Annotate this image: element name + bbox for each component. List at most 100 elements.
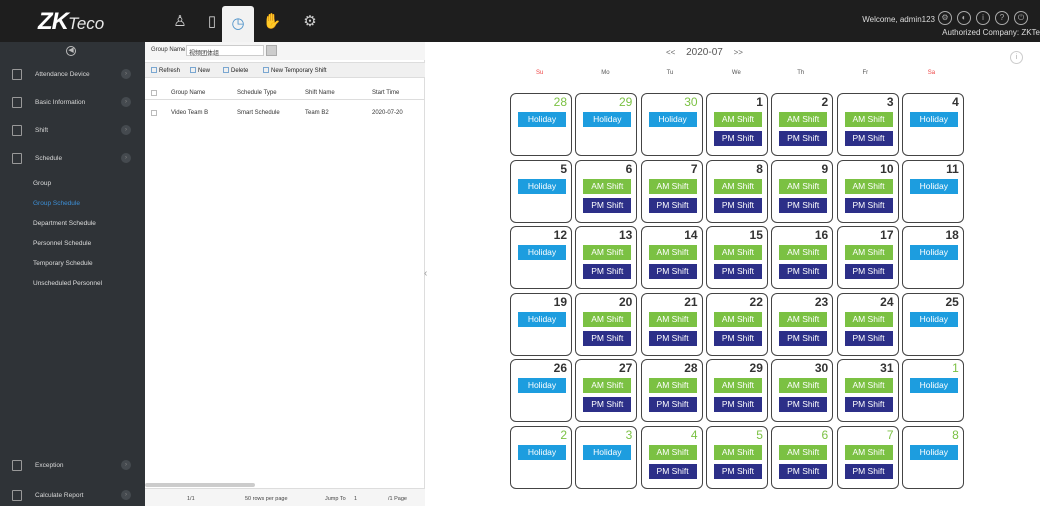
holiday-tag[interactable]: Holiday bbox=[648, 112, 697, 127]
holiday-tag[interactable]: Holiday bbox=[518, 311, 566, 327]
am-shift-tag[interactable]: AM Shift bbox=[779, 245, 828, 260]
am-shift-tag[interactable]: AM Shift bbox=[648, 444, 697, 460]
calendar-day[interactable]: 4 AM Shift PM Shift bbox=[640, 425, 703, 489]
column-header[interactable]: Schedule Type bbox=[237, 90, 277, 96]
pm-shift-tag[interactable]: PM Shift bbox=[779, 397, 828, 412]
calendar-day[interactable]: 27 AM Shift PM Shift bbox=[575, 359, 638, 422]
am-shift-tag[interactable]: AM Shift bbox=[583, 178, 632, 194]
help-icon[interactable]: ? bbox=[995, 11, 1009, 25]
pm-shift-tag[interactable]: PM Shift bbox=[648, 264, 697, 279]
am-shift-tag[interactable]: AM Shift bbox=[779, 178, 828, 194]
calendar-day[interactable]: 29 AM Shift PM Shift bbox=[705, 359, 768, 422]
calendar-day[interactable]: 21 AM Shift PM Shift bbox=[640, 292, 703, 356]
pm-shift-tag[interactable]: PM Shift bbox=[648, 463, 697, 479]
next-month-button[interactable]: >> bbox=[734, 48, 743, 57]
clock-icon[interactable]: ◷ bbox=[222, 6, 254, 42]
delete-button[interactable]: Delete bbox=[223, 67, 248, 74]
am-shift-tag[interactable]: AM Shift bbox=[713, 245, 762, 260]
prev-month-button[interactable]: << bbox=[666, 48, 675, 57]
sidebar-subitem-department-schedule[interactable]: Department Schedule bbox=[33, 220, 96, 227]
sidebar-item-basic-information[interactable]: Basic Information › bbox=[0, 92, 145, 114]
holiday-tag[interactable]: Holiday bbox=[518, 245, 566, 260]
calendar-day[interactable]: 20 AM Shift PM Shift bbox=[575, 292, 638, 356]
calendar-day[interactable]: 8 AM Shift PM Shift bbox=[705, 159, 768, 223]
am-shift-tag[interactable]: AM Shift bbox=[713, 378, 762, 393]
am-shift-tag[interactable]: AM Shift bbox=[648, 245, 697, 260]
row-checkbox[interactable] bbox=[151, 110, 157, 116]
am-shift-tag[interactable]: AM Shift bbox=[844, 378, 893, 393]
calendar-day[interactable]: 1 AM Shift PM Shift bbox=[705, 93, 768, 156]
calendar-day[interactable]: 30 Holiday bbox=[640, 93, 703, 156]
calendar-day[interactable]: 3 AM Shift PM Shift bbox=[836, 93, 899, 156]
pm-shift-tag[interactable]: PM Shift bbox=[779, 463, 828, 479]
pm-shift-tag[interactable]: PM Shift bbox=[583, 264, 632, 279]
holiday-tag[interactable]: Holiday bbox=[909, 112, 958, 127]
pm-shift-tag[interactable]: PM Shift bbox=[713, 463, 762, 479]
am-shift-tag[interactable]: AM Shift bbox=[583, 311, 632, 327]
calendar-day[interactable]: 25 Holiday bbox=[901, 292, 964, 356]
am-shift-tag[interactable]: AM Shift bbox=[648, 378, 697, 393]
holiday-tag[interactable]: Holiday bbox=[909, 444, 958, 460]
calendar-day[interactable]: 14 AM Shift PM Shift bbox=[640, 226, 703, 289]
am-shift-tag[interactable]: AM Shift bbox=[713, 311, 762, 327]
am-shift-tag[interactable]: AM Shift bbox=[713, 112, 762, 127]
pm-shift-tag[interactable]: PM Shift bbox=[844, 463, 893, 479]
horizontal-scrollbar[interactable] bbox=[145, 483, 255, 487]
calendar-day[interactable]: 30 AM Shift PM Shift bbox=[771, 359, 834, 422]
search-button[interactable] bbox=[266, 45, 277, 56]
holiday-tag[interactable]: Holiday bbox=[518, 112, 566, 127]
holiday-tag[interactable]: Holiday bbox=[583, 444, 632, 460]
am-shift-tag[interactable]: AM Shift bbox=[583, 245, 632, 260]
pm-shift-tag[interactable]: PM Shift bbox=[713, 131, 762, 146]
sidebar-subitem-temporary-schedule[interactable]: Temporary Schedule bbox=[33, 260, 93, 267]
am-shift-tag[interactable]: AM Shift bbox=[713, 444, 762, 460]
pm-shift-tag[interactable]: PM Shift bbox=[844, 197, 893, 213]
column-header[interactable]: Start Time bbox=[372, 90, 399, 96]
am-shift-tag[interactable]: AM Shift bbox=[844, 178, 893, 194]
holiday-tag[interactable]: Holiday bbox=[909, 311, 958, 327]
pm-shift-tag[interactable]: PM Shift bbox=[583, 330, 632, 346]
pm-shift-tag[interactable]: PM Shift bbox=[648, 330, 697, 346]
calendar-day[interactable]: 2 AM Shift PM Shift bbox=[771, 93, 834, 156]
am-shift-tag[interactable]: AM Shift bbox=[583, 378, 632, 393]
column-header[interactable]: Group Name bbox=[171, 90, 205, 96]
pm-shift-tag[interactable]: PM Shift bbox=[713, 197, 762, 213]
holiday-tag[interactable]: Holiday bbox=[909, 178, 958, 194]
calendar-day[interactable]: 2 Holiday bbox=[510, 425, 572, 489]
sidebar-subitem-unscheduled-personnel[interactable]: Unscheduled Personnel bbox=[33, 280, 102, 287]
calendar-day[interactable]: 17 AM Shift PM Shift bbox=[836, 226, 899, 289]
calendar-day[interactable]: 6 AM Shift PM Shift bbox=[771, 425, 834, 489]
gear-icon[interactable]: ⚙ bbox=[300, 12, 320, 32]
am-shift-tag[interactable]: AM Shift bbox=[779, 311, 828, 327]
calendar-day[interactable]: 1 Holiday bbox=[901, 359, 964, 422]
calendar-day[interactable]: 28 AM Shift PM Shift bbox=[640, 359, 703, 422]
logout-icon[interactable]: ⏻ bbox=[1014, 11, 1028, 25]
pm-shift-tag[interactable]: PM Shift bbox=[779, 197, 828, 213]
calendar-day[interactable]: 26 Holiday bbox=[510, 359, 572, 422]
sidebar-item-shift[interactable]: Shift › bbox=[0, 120, 145, 142]
calendar-day[interactable]: 5 AM Shift PM Shift bbox=[705, 425, 768, 489]
refresh-button[interactable]: Refresh bbox=[151, 67, 180, 74]
holiday-tag[interactable]: Holiday bbox=[583, 112, 632, 127]
rows-per-page-select[interactable]: 50 rows per page bbox=[245, 496, 288, 502]
calendar-day[interactable]: 23 AM Shift PM Shift bbox=[771, 292, 834, 356]
am-shift-tag[interactable]: AM Shift bbox=[844, 245, 893, 260]
sidebar-subitem-personnel-schedule[interactable]: Personnel Schedule bbox=[33, 240, 91, 247]
calendar-day[interactable]: 12 Holiday bbox=[510, 226, 572, 289]
am-shift-tag[interactable]: AM Shift bbox=[844, 444, 893, 460]
calendar-day[interactable]: 29 Holiday bbox=[575, 93, 638, 156]
pm-shift-tag[interactable]: PM Shift bbox=[844, 397, 893, 412]
calendar-day[interactable]: 3 Holiday bbox=[575, 425, 638, 489]
sidebar-subitem-group[interactable]: Group bbox=[33, 180, 51, 187]
pm-shift-tag[interactable]: PM Shift bbox=[583, 397, 632, 412]
pm-shift-tag[interactable]: PM Shift bbox=[648, 397, 697, 412]
sidebar-subitem-group-schedule[interactable]: Group Schedule bbox=[33, 200, 80, 207]
calendar-day[interactable]: 7 AM Shift PM Shift bbox=[836, 425, 899, 489]
sidebar-collapse-icon[interactable]: ◀ bbox=[66, 46, 76, 56]
holiday-tag[interactable]: Holiday bbox=[518, 444, 566, 460]
pm-shift-tag[interactable]: PM Shift bbox=[779, 330, 828, 346]
pm-shift-tag[interactable]: PM Shift bbox=[648, 197, 697, 213]
sidebar-item-schedule[interactable]: Schedule › bbox=[0, 148, 145, 170]
calendar-day[interactable]: 9 AM Shift PM Shift bbox=[771, 159, 834, 223]
pm-shift-tag[interactable]: PM Shift bbox=[844, 330, 893, 346]
